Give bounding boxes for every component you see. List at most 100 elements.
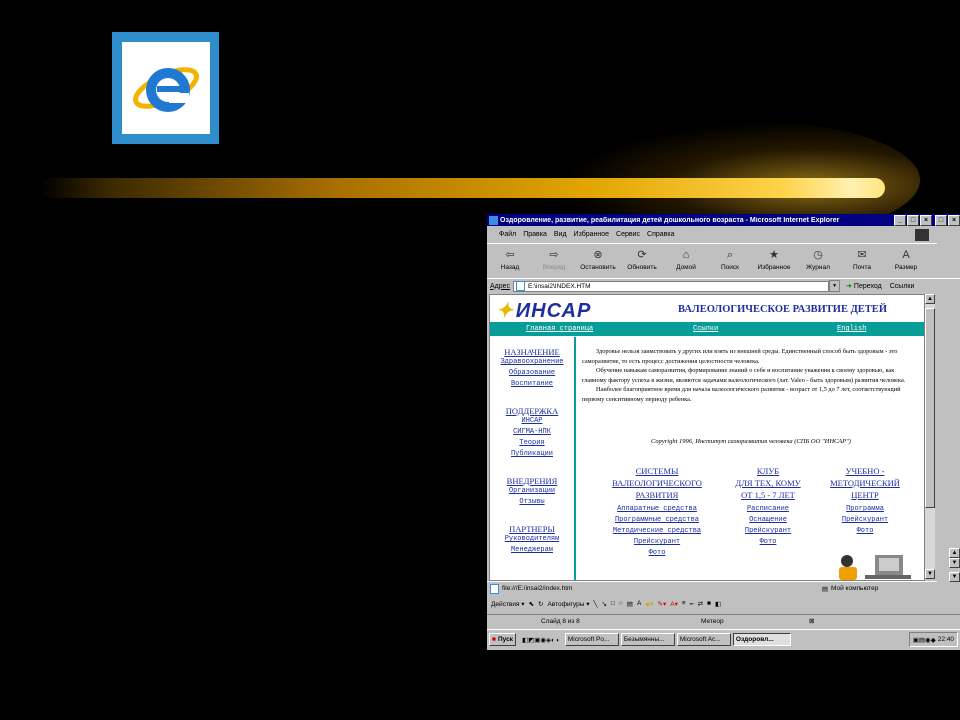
outer-scroll-up[interactable]: ▲: [949, 548, 960, 558]
select-pointer-icon[interactable]: ⬉: [529, 600, 534, 608]
column-heading[interactable]: УЧЕБНО -: [820, 465, 910, 477]
status-bar: file:///E:/insai2/index.htm ▤ Мой компью…: [487, 581, 937, 595]
menu-edit[interactable]: Правка: [523, 231, 547, 238]
column-link[interactable]: Оснащение: [729, 515, 807, 526]
column-link[interactable]: Фото: [820, 526, 910, 537]
toolbar-button-1[interactable]: ⇦ Назад: [491, 244, 529, 271]
column-link[interactable]: Фото: [729, 537, 807, 548]
outer-scroll-down-2[interactable]: ▼: [949, 572, 960, 582]
column-heading[interactable]: РАЗВИТИЯ: [602, 489, 712, 501]
sidebar-link[interactable]: СИГМА-НПК: [490, 427, 574, 438]
column-link[interactable]: Фото: [602, 548, 712, 559]
toolbar-button-5[interactable]: ⌂ Домой: [667, 244, 705, 271]
taskbar-paint[interactable]: Безымянны...: [620, 633, 675, 646]
sidebar-link[interactable]: ИНСАР: [490, 416, 574, 427]
outer-scroll-down[interactable]: ▼: [949, 558, 960, 568]
nav-english-link[interactable]: English: [837, 325, 866, 333]
sidebar-heading[interactable]: ВНЕДРЕНИЯ: [490, 476, 574, 486]
tray-icons[interactable]: ▣▤◉◆: [913, 636, 936, 644]
menu-favorites[interactable]: Избранное: [574, 231, 609, 238]
column-link[interactable]: Методические средства: [602, 526, 712, 537]
taskbar-ie-active[interactable]: Оздоровл...: [732, 633, 791, 646]
column-link[interactable]: Программа: [820, 504, 910, 515]
column-link[interactable]: Расписание: [729, 504, 807, 515]
quick-launch-icons[interactable]: ◧◩▣◉◈◐◑: [522, 636, 559, 644]
menu-file[interactable]: Файл: [499, 231, 516, 238]
column-heading[interactable]: ЦЕНТР: [820, 489, 910, 501]
column-link[interactable]: Аппаратные средства: [602, 504, 712, 515]
menu-tools[interactable]: Сервис: [616, 231, 640, 238]
column-heading[interactable]: ВАЛЕОЛОГИЧЕСКОГО: [602, 477, 712, 489]
arrow-icon[interactable]: ↘: [601, 600, 606, 608]
shadow-icon[interactable]: ■: [707, 600, 711, 607]
fill-color-icon[interactable]: ◈▾: [645, 600, 653, 608]
toolbar-button-7[interactable]: ★ Избранное: [755, 244, 793, 271]
menu-view[interactable]: Вид: [554, 231, 567, 238]
3d-icon[interactable]: ◧: [715, 600, 721, 608]
toolbar-button-label: Поиск: [720, 264, 739, 271]
menu-help[interactable]: Справка: [647, 231, 674, 238]
actions-menu[interactable]: Действия ▾: [491, 600, 525, 608]
line-icon[interactable]: ╲: [594, 600, 598, 608]
column-heading[interactable]: МЕТОДИЧЕСКИЙ: [820, 477, 910, 489]
line-style-icon[interactable]: ≡: [682, 600, 686, 607]
outer-restore-button[interactable]: □: [935, 214, 947, 226]
sidebar-heading[interactable]: ПОДДЕРЖКА: [490, 406, 574, 416]
toolbar-button-3[interactable]: ⊗ Остановить: [579, 244, 617, 271]
textbox-icon[interactable]: ▤: [627, 600, 633, 608]
taskbar-access[interactable]: Microsoft Ac...: [676, 633, 731, 646]
links-button[interactable]: Ссылки: [890, 283, 915, 290]
sidebar-heading[interactable]: НАЗНАЧЕНИЕ: [490, 347, 574, 357]
nav-links-link[interactable]: Ссылки: [693, 325, 718, 333]
maximize-button[interactable]: □: [907, 214, 919, 226]
sidebar-link[interactable]: Теория: [490, 438, 574, 449]
sidebar-link[interactable]: Здравоохранение: [490, 357, 574, 368]
autoshapes-menu[interactable]: Автофигуры ▾: [547, 600, 589, 608]
address-dropdown-button[interactable]: ▼: [829, 280, 841, 292]
sidebar-link[interactable]: Воспитание: [490, 379, 574, 390]
column-link[interactable]: Прейскурант: [820, 515, 910, 526]
scroll-thumb[interactable]: [925, 308, 935, 508]
oval-icon[interactable]: ○: [619, 600, 623, 607]
nav-home-link[interactable]: Главная страница: [526, 325, 593, 333]
scroll-up-arrow[interactable]: ▲: [925, 294, 935, 304]
taskbar-powerpoint[interactable]: Microsoft Po...: [564, 633, 619, 646]
toolbar-button-8[interactable]: ◷ Журнал: [799, 244, 837, 271]
start-button[interactable]: ■ Пуск: [489, 633, 516, 646]
toolbar-button-10[interactable]: A Размер: [887, 244, 925, 271]
dash-style-icon[interactable]: ┅: [690, 600, 694, 608]
rotate-icon[interactable]: ↻: [538, 600, 543, 608]
font-color-icon[interactable]: A▾: [670, 600, 678, 608]
sidebar-link[interactable]: Организации: [490, 486, 574, 497]
wordart-icon[interactable]: A: [637, 600, 641, 607]
outer-close-button[interactable]: ×: [948, 214, 960, 226]
outer-scrollbar[interactable]: ▲ ▼ ▼: [949, 294, 960, 584]
column-link[interactable]: Прейскурант: [729, 526, 807, 537]
address-input[interactable]: E:\insai2\INDEX.HTM: [513, 280, 830, 292]
toolbar-button-6[interactable]: ⌕ Поиск: [711, 244, 749, 271]
sidebar-link[interactable]: Публикации: [490, 449, 574, 460]
sidebar-link[interactable]: Образование: [490, 368, 574, 379]
sidebar-link[interactable]: Менеджерам: [490, 545, 574, 556]
scroll-down-arrow[interactable]: ▼: [925, 569, 935, 579]
column-heading[interactable]: ДЛЯ ТЕХ, КОМУ: [729, 477, 807, 489]
column-heading[interactable]: СИСТЕМЫ: [602, 465, 712, 477]
close-button[interactable]: ×: [920, 214, 932, 226]
sidebar-link[interactable]: Руководителям: [490, 534, 574, 545]
toolbar-button-4[interactable]: ⟳ Обновить: [623, 244, 661, 271]
column-link[interactable]: Программные средства: [602, 515, 712, 526]
sidebar-heading[interactable]: ПАРТНЕРЫ: [490, 524, 574, 534]
minimize-button[interactable]: _: [894, 214, 906, 226]
go-button[interactable]: ➜ Переход: [846, 282, 882, 291]
toolbar-button-9[interactable]: ✉ Почта: [843, 244, 881, 271]
rectangle-icon[interactable]: □: [611, 600, 615, 607]
column-heading[interactable]: ОТ 1,5 - 7 ЛЕТ: [729, 489, 807, 501]
page-scrollbar[interactable]: ▲ ▼: [925, 294, 935, 579]
line-color-icon[interactable]: ✎▾: [658, 600, 667, 608]
toolbar-button-2[interactable]: ⇨ Вперед: [535, 244, 573, 271]
column-link[interactable]: Прейскурант: [602, 537, 712, 548]
toolbar-button-label: Почта: [852, 264, 872, 271]
arrow-style-icon[interactable]: ⇄: [698, 600, 703, 608]
sidebar-link[interactable]: Отзывы: [490, 497, 574, 508]
column-heading[interactable]: КЛУБ: [729, 465, 807, 477]
